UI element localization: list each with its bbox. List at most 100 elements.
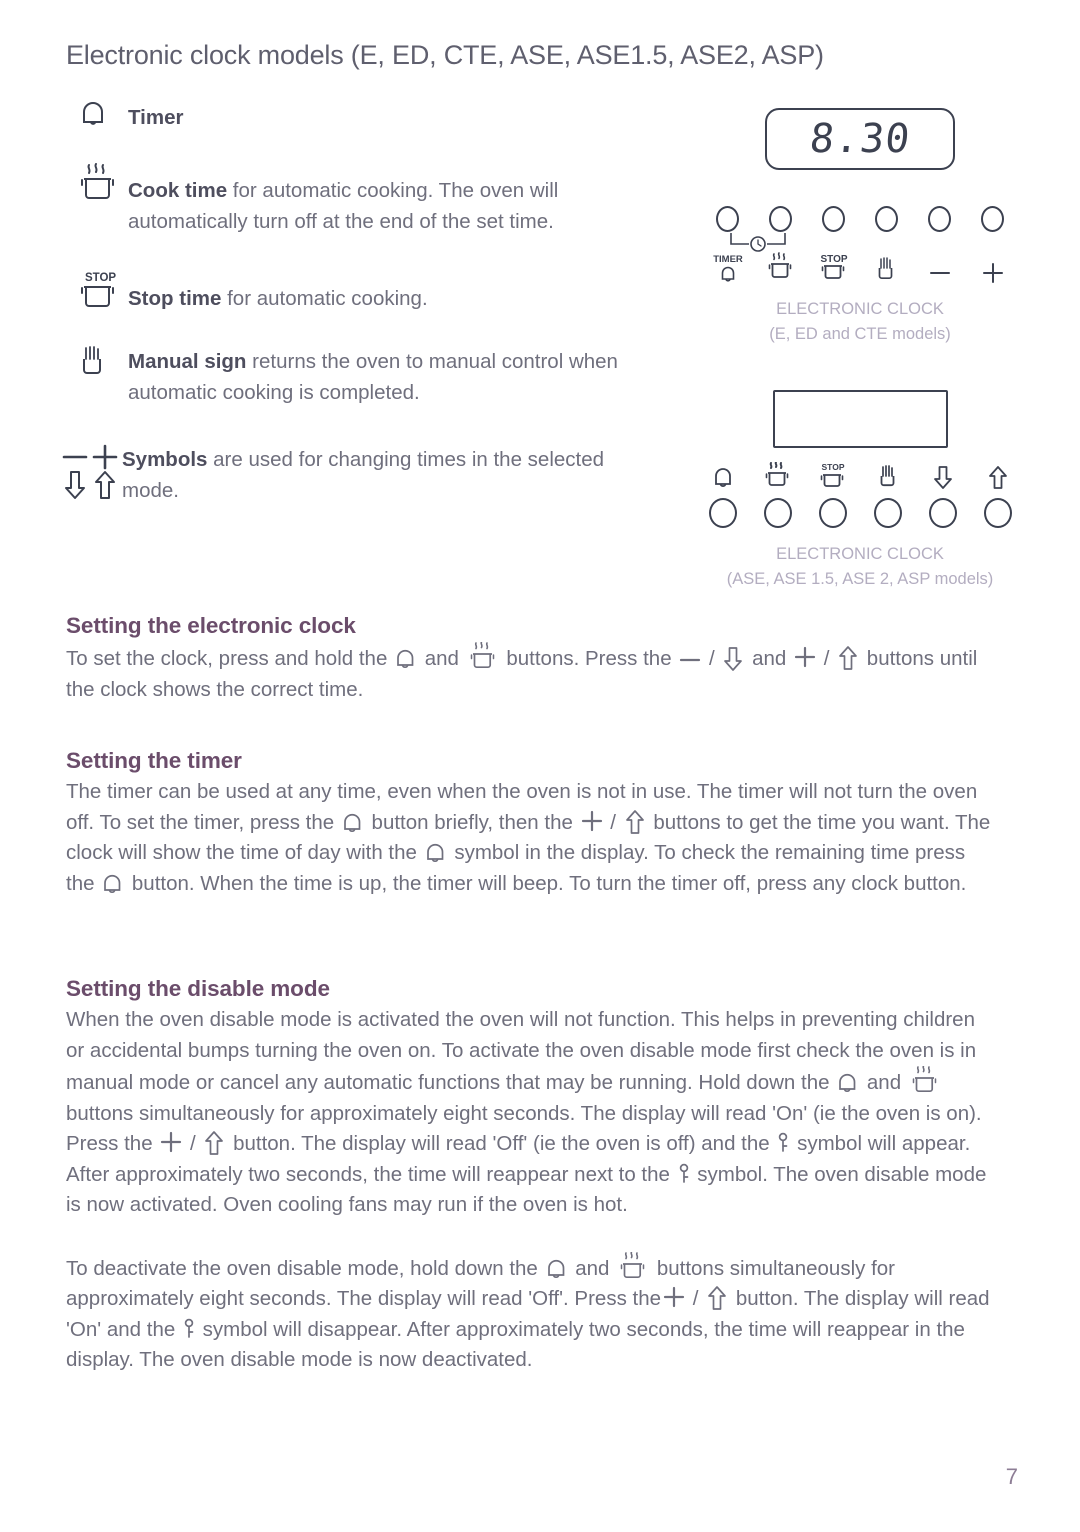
section-body-paragraph-1: When the oven disable mode is activated … bbox=[66, 1005, 996, 1221]
legend-label-bold: Stop time bbox=[128, 287, 222, 310]
knob-timer[interactable] bbox=[716, 206, 739, 232]
icon-cell-plus bbox=[972, 251, 1014, 285]
knob-cell-timer[interactable] bbox=[707, 206, 749, 232]
plus-icon bbox=[92, 444, 118, 470]
bell-icon bbox=[425, 841, 447, 865]
text-part: / bbox=[184, 1132, 202, 1155]
legend-label-rest: for automatic cooking. bbox=[221, 287, 428, 310]
knob-cell-cook[interactable] bbox=[757, 498, 799, 528]
icon-cell-minus bbox=[919, 251, 961, 285]
knob-timer[interactable] bbox=[708, 498, 737, 528]
section-heading: Setting the electronic clock bbox=[66, 613, 356, 638]
hand-icon bbox=[878, 458, 898, 492]
legend-item-symbols-text: Symbols are used for changing times in t… bbox=[122, 442, 626, 506]
key-icon bbox=[777, 1132, 789, 1154]
bell-icon bbox=[546, 1257, 568, 1281]
cook-pot-steam-icon bbox=[467, 642, 499, 674]
knob-down[interactable] bbox=[928, 498, 957, 528]
legend-label-bold: Manual sign bbox=[128, 350, 247, 373]
arrow-up-icon bbox=[624, 809, 646, 835]
legend-item-cook-time: Cook time for automatic cooking. The ove… bbox=[66, 161, 626, 237]
key-icon bbox=[678, 1163, 690, 1185]
icon-cell-stop: STOP bbox=[812, 458, 854, 492]
document-page: Electronic clock models (E, ED, CTE, ASE… bbox=[0, 0, 1080, 1532]
legend-item-stop-time-text: Stop time for automatic cooking. bbox=[128, 267, 626, 314]
text-part: and bbox=[861, 1071, 907, 1094]
stop-pot-icon: STOP bbox=[66, 267, 128, 309]
cook-pot-steam-icon bbox=[909, 1066, 941, 1098]
svg-text:STOP: STOP bbox=[820, 254, 847, 265]
timer-icon-group: TIMER bbox=[707, 251, 749, 285]
knob-cell-manual[interactable] bbox=[867, 498, 909, 528]
knob-cell-cook[interactable] bbox=[760, 206, 802, 232]
knob-manual[interactable] bbox=[875, 206, 898, 232]
text-part: button briefly, then the bbox=[365, 810, 579, 834]
svg-text:STOP: STOP bbox=[85, 272, 116, 284]
knob-plus[interactable] bbox=[981, 206, 1004, 232]
knob-cook[interactable] bbox=[763, 498, 792, 528]
plus-icon bbox=[581, 810, 603, 832]
caption-line-1: ELECTRONIC CLOCK bbox=[776, 300, 944, 318]
knob-minus[interactable] bbox=[928, 206, 951, 232]
knob-cell-stop[interactable] bbox=[812, 498, 854, 528]
minus-icon bbox=[679, 654, 701, 666]
bell-icon bbox=[102, 872, 124, 896]
icon-cell-manual bbox=[867, 458, 909, 492]
legend-item-manual-sign: Manual sign returns the oven to manual c… bbox=[66, 344, 626, 408]
symbol-legend: Timer Cook time for automatic cooking. T… bbox=[62, 100, 626, 528]
legend-item-timer: Timer bbox=[66, 100, 626, 133]
legend-label-bold: Symbols bbox=[122, 448, 208, 471]
section-heading: Setting the timer bbox=[66, 748, 242, 773]
knob-cell-stop[interactable] bbox=[813, 206, 855, 232]
knob-up[interactable] bbox=[983, 498, 1012, 528]
icon-cell-cook bbox=[760, 251, 802, 285]
knob-cell-timer[interactable] bbox=[702, 498, 744, 528]
arrow-up-icon bbox=[987, 458, 1009, 492]
hand-icon bbox=[876, 251, 898, 285]
minus-icon bbox=[927, 251, 953, 285]
icon-cell-timer: TIMER bbox=[707, 251, 749, 285]
lcd-display-value: 8.30 bbox=[807, 116, 913, 162]
icon-cell-manual bbox=[866, 251, 908, 285]
knob-cell-up[interactable] bbox=[977, 498, 1019, 528]
key-icon bbox=[183, 1318, 195, 1340]
icon-label-row: TIMER STOP bbox=[700, 251, 1020, 285]
bell-icon bbox=[395, 647, 417, 671]
legend-item-manual-sign-text: Manual sign returns the oven to manual c… bbox=[128, 344, 626, 408]
text-part: buttons. Press the bbox=[500, 647, 678, 670]
knob-cell-minus[interactable] bbox=[919, 206, 961, 232]
hand-icon bbox=[66, 344, 128, 378]
knob-cook[interactable] bbox=[769, 206, 792, 232]
minus-icon bbox=[62, 450, 88, 464]
knob-stop[interactable] bbox=[822, 206, 845, 232]
bell-icon bbox=[837, 1071, 859, 1095]
text-part: and bbox=[419, 647, 465, 670]
section-setting-the-timer: Setting the timer The timer can be used … bbox=[66, 748, 996, 899]
lcd-display: 8.30 bbox=[765, 108, 955, 170]
arrow-down-icon bbox=[722, 646, 744, 672]
plus-icon bbox=[160, 1131, 182, 1153]
legend-item-symbols: Symbols are used for changing times in t… bbox=[62, 442, 626, 506]
section-setting-the-electronic-clock: Setting the electronic clock To set the … bbox=[66, 613, 996, 705]
legend-item-stop-time: STOP Stop time for automatic cooking. bbox=[66, 267, 626, 314]
knob-cell-manual[interactable] bbox=[866, 206, 908, 232]
text-part: and bbox=[746, 647, 792, 670]
knob-stop[interactable] bbox=[818, 498, 847, 528]
stop-pot-icon: STOP bbox=[816, 458, 850, 492]
text-part: / bbox=[604, 810, 622, 834]
section-body: To set the clock, press and hold the and… bbox=[66, 642, 996, 705]
page-title: Electronic clock models (E, ED, CTE, ASE… bbox=[66, 40, 824, 70]
legend-label-bold: Timer bbox=[128, 106, 184, 129]
knob-manual[interactable] bbox=[873, 498, 902, 528]
arrow-down-icon bbox=[932, 458, 954, 492]
text-part: and bbox=[569, 1256, 616, 1280]
section-body-paragraph-2: To deactivate the oven disable mode, hol… bbox=[66, 1251, 996, 1376]
icon-label-row-2: STOP bbox=[700, 458, 1020, 492]
knob-cell-plus[interactable] bbox=[972, 206, 1014, 232]
icon-cell-up bbox=[977, 458, 1019, 492]
arrow-up-icon bbox=[706, 1285, 728, 1311]
cook-pot-steam-icon bbox=[764, 251, 798, 285]
clock-link-bracket bbox=[700, 233, 1020, 252]
bell-icon bbox=[342, 811, 364, 835]
knob-cell-down[interactable] bbox=[922, 498, 964, 528]
